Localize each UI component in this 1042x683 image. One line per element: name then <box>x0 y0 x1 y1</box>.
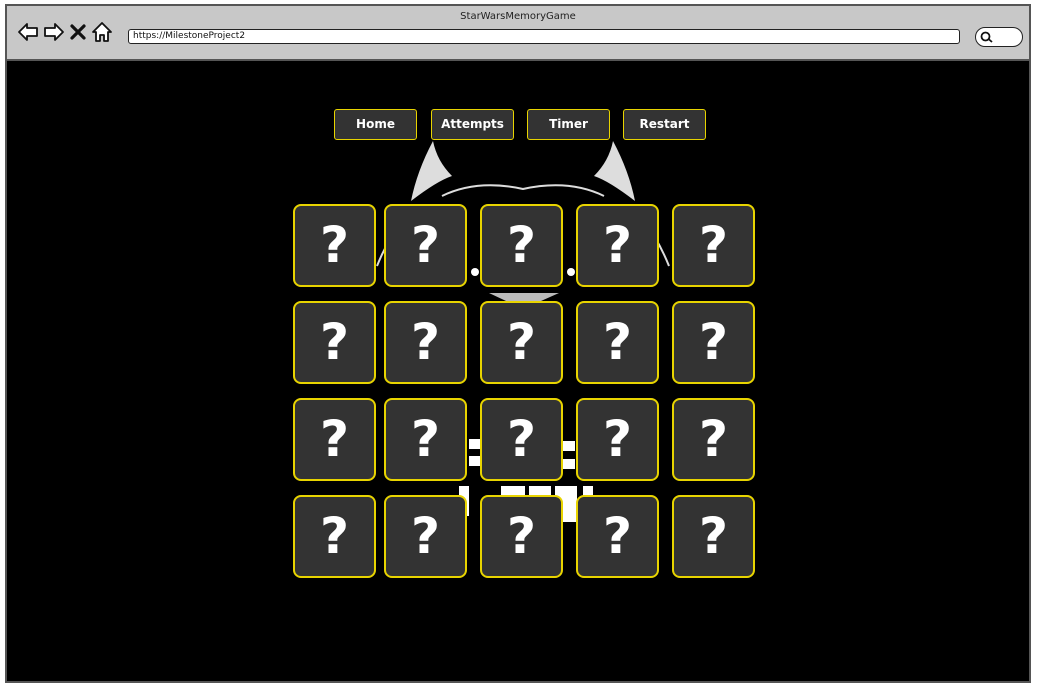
home-button[interactable]: Home <box>334 109 417 140</box>
memory-card[interactable]: ? <box>576 495 659 578</box>
memory-card[interactable]: ? <box>576 301 659 384</box>
memory-card[interactable]: ? <box>672 301 755 384</box>
memory-card[interactable]: ? <box>293 301 376 384</box>
search-icon <box>980 31 993 43</box>
memory-card[interactable]: ? <box>384 204 467 287</box>
search-button[interactable] <box>975 27 1023 47</box>
memory-card[interactable]: ? <box>576 204 659 287</box>
memory-card[interactable]: ? <box>293 398 376 481</box>
memory-card[interactable]: ? <box>480 301 563 384</box>
memory-card[interactable]: ? <box>576 398 659 481</box>
restart-button[interactable]: Restart <box>623 109 706 140</box>
window-title: StarWarsMemoryGame <box>460 11 576 22</box>
game-menu: Home Attempts Timer Restart <box>7 109 1029 141</box>
home-icon[interactable] <box>91 21 113 43</box>
attempts-button[interactable]: Attempts <box>431 109 514 140</box>
browser-window: StarWarsMemoryGame https://MilestoneProj… <box>5 4 1031 683</box>
memory-card[interactable]: ? <box>384 495 467 578</box>
game-area: Home Attempts Timer Restart ????????????… <box>7 61 1029 681</box>
browser-toolbar: StarWarsMemoryGame https://MilestoneProj… <box>7 6 1029 61</box>
memory-card[interactable]: ? <box>293 495 376 578</box>
forward-arrow-icon[interactable] <box>43 21 65 43</box>
back-arrow-icon[interactable] <box>17 21 39 43</box>
memory-card[interactable]: ? <box>384 398 467 481</box>
memory-card[interactable]: ? <box>480 398 563 481</box>
memory-card[interactable]: ? <box>293 204 376 287</box>
memory-card[interactable]: ? <box>480 495 563 578</box>
memory-card[interactable]: ? <box>480 204 563 287</box>
address-bar[interactable]: https://MilestoneProject2 <box>128 29 960 44</box>
memory-card[interactable]: ? <box>672 398 755 481</box>
memory-card[interactable]: ? <box>672 495 755 578</box>
close-x-icon[interactable] <box>69 21 87 43</box>
timer-button[interactable]: Timer <box>527 109 610 140</box>
memory-card[interactable]: ? <box>672 204 755 287</box>
nav-controls <box>17 21 113 43</box>
memory-card[interactable]: ? <box>384 301 467 384</box>
